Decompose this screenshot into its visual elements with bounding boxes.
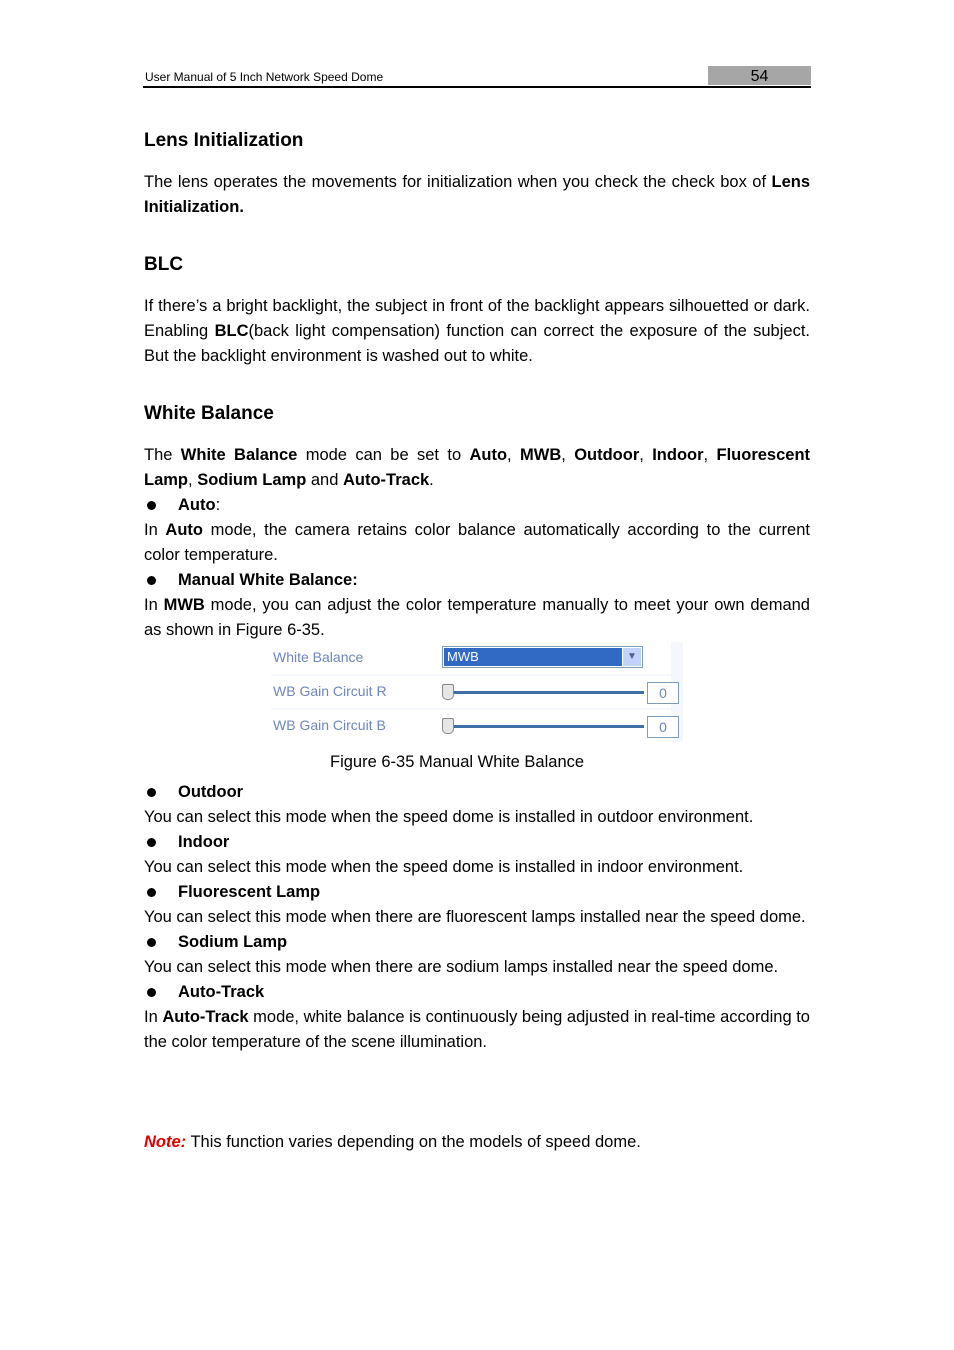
bullet-sodium: Sodium Lamp <box>144 930 810 955</box>
paragraph-indoor: You can select this mode when the speed … <box>144 858 744 876</box>
figure-row-gain-r: WB Gain Circuit R 0 <box>271 676 679 708</box>
figure-caption: Figure 6-35 Manual White Balance <box>330 753 585 771</box>
white-balance-label: White Balance <box>273 649 364 665</box>
page-number: 54 <box>708 66 811 85</box>
page-header: User Manual of 5 Inch Network Speed Dome… <box>143 66 811 88</box>
figure-manual-white-balance: White Balance MWB ▼ WB Gain Circuit R 0 … <box>271 642 683 742</box>
bullet-mwb: Manual White Balance: <box>144 568 810 593</box>
wb-gain-b-value-input[interactable]: 0 <box>647 716 679 738</box>
bullet-auto-track: Auto-Track <box>144 980 810 1005</box>
bullet-fluorescent: Fluorescent Lamp <box>144 880 810 905</box>
figure-row-white-balance: White Balance MWB ▼ <box>271 642 671 674</box>
wb-gain-b-slider-thumb[interactable] <box>442 718 454 734</box>
white-balance-modes: Outdoor You can select this mode when th… <box>144 780 810 1055</box>
paragraph-auto: In Auto mode, the camera retains color b… <box>144 521 810 564</box>
wb-gain-r-slider-track[interactable] <box>447 691 644 694</box>
note-label: Note: <box>144 1133 187 1151</box>
document-title: User Manual of 5 Inch Network Speed Dome <box>145 70 384 84</box>
paragraph-mwb: In MWB mode, you can adjust the color te… <box>144 596 810 639</box>
bullet-outdoor: Outdoor <box>144 780 810 805</box>
wb-gain-b-slider-track[interactable] <box>447 725 644 728</box>
wb-gain-r-slider-thumb[interactable] <box>442 684 454 700</box>
header-rule <box>143 86 811 88</box>
heading-white-balance: White Balance <box>144 403 274 424</box>
paragraph-sodium: You can select this mode when there are … <box>144 958 779 976</box>
paragraph-wb-intro: The White Balance mode can be set to Aut… <box>144 446 811 489</box>
paragraph-lens-initialization: The lens operates the movements for init… <box>144 173 810 216</box>
paragraph-blc: If there’s a bright backlight, the subje… <box>144 297 810 365</box>
heading-blc: BLC <box>144 254 184 275</box>
chevron-down-icon[interactable]: ▼ <box>623 648 641 666</box>
paragraph-fluorescent: You can select this mode when there are … <box>144 908 806 926</box>
wb-gain-r-label: WB Gain Circuit R <box>273 683 387 699</box>
white-balance-select[interactable]: MWB ▼ <box>442 646 643 668</box>
wb-gain-r-value-input[interactable]: 0 <box>647 682 679 704</box>
figure-row-gain-b: WB Gain Circuit B 0 <box>271 710 679 742</box>
paragraph-outdoor: You can select this mode when the speed … <box>144 808 754 826</box>
paragraph-auto-track: In Auto-Track mode, white balance is con… <box>144 1008 810 1051</box>
wb-gain-b-label: WB Gain Circuit B <box>273 717 386 733</box>
bullet-indoor: Indoor <box>144 830 810 855</box>
white-balance-select-value: MWB <box>444 648 622 666</box>
bullet-auto: Auto: <box>144 493 810 518</box>
heading-lens-initialization: Lens Initialization <box>144 130 304 151</box>
note-paragraph: Note: This function varies depending on … <box>144 1133 641 1151</box>
white-balance-body: The White Balance mode can be set to Aut… <box>144 443 810 643</box>
